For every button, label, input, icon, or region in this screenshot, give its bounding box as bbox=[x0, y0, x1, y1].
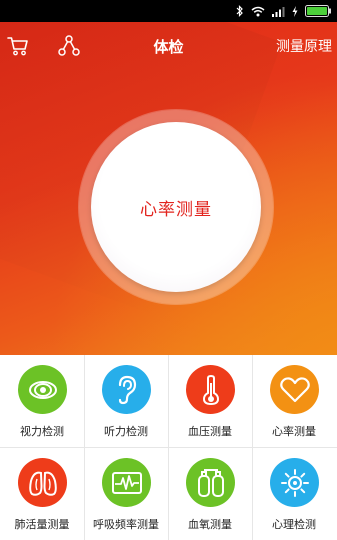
tile-label: 肺活量测量 bbox=[14, 518, 70, 531]
tile-label: 血压测量 bbox=[188, 425, 232, 438]
top-bar: 体检 测量原理 bbox=[0, 22, 337, 70]
tile-vision-test[interactable]: 视力检测 bbox=[0, 355, 84, 447]
tile-blood-oxygen[interactable]: 血氧测量 bbox=[168, 448, 252, 540]
battery-icon bbox=[305, 5, 331, 17]
ear-icon bbox=[102, 365, 151, 414]
tile-psychological-test[interactable]: 心理检测 bbox=[252, 448, 337, 540]
sun-gear-icon bbox=[270, 458, 319, 507]
measurement-principle-link[interactable]: 测量原理 bbox=[276, 36, 332, 56]
thermometer-icon bbox=[186, 365, 235, 414]
tile-label: 血氧测量 bbox=[188, 518, 232, 531]
bluetooth-icon bbox=[236, 5, 244, 17]
eye-icon bbox=[18, 365, 67, 414]
charging-icon bbox=[292, 5, 298, 17]
heart-rate-measure-button[interactable]: 心率测量 bbox=[91, 122, 261, 292]
feature-grid: 视力检测 听力检测 血压测量 心率测量 肺活量测量 呼吸频率测量 血氧测量 心理… bbox=[0, 355, 337, 540]
tile-label: 呼吸频率测量 bbox=[93, 518, 159, 531]
tile-heart-rate[interactable]: 心率测量 bbox=[252, 355, 337, 447]
tile-respiratory-rate[interactable]: 呼吸频率测量 bbox=[84, 448, 168, 540]
heartbeat-monitor-icon bbox=[102, 458, 151, 507]
tile-blood-pressure[interactable]: 血压测量 bbox=[168, 355, 252, 447]
measure-button-label: 心率测量 bbox=[140, 199, 212, 220]
cellular-signal-icon bbox=[272, 6, 285, 17]
oxygen-tanks-icon bbox=[186, 458, 235, 507]
tile-label: 听力检测 bbox=[104, 425, 148, 438]
tile-lung-capacity[interactable]: 肺活量测量 bbox=[0, 448, 84, 540]
wifi-icon bbox=[251, 6, 265, 17]
hero-panel: 体检 测量原理 心率测量 bbox=[0, 22, 337, 355]
lungs-icon bbox=[18, 458, 67, 507]
tile-hearing-test[interactable]: 听力检测 bbox=[84, 355, 168, 447]
tile-label: 心率测量 bbox=[272, 425, 316, 438]
status-bar bbox=[0, 0, 337, 22]
tile-label: 视力检测 bbox=[20, 425, 64, 438]
heart-icon bbox=[270, 365, 319, 414]
tile-label: 心理检测 bbox=[272, 518, 316, 531]
